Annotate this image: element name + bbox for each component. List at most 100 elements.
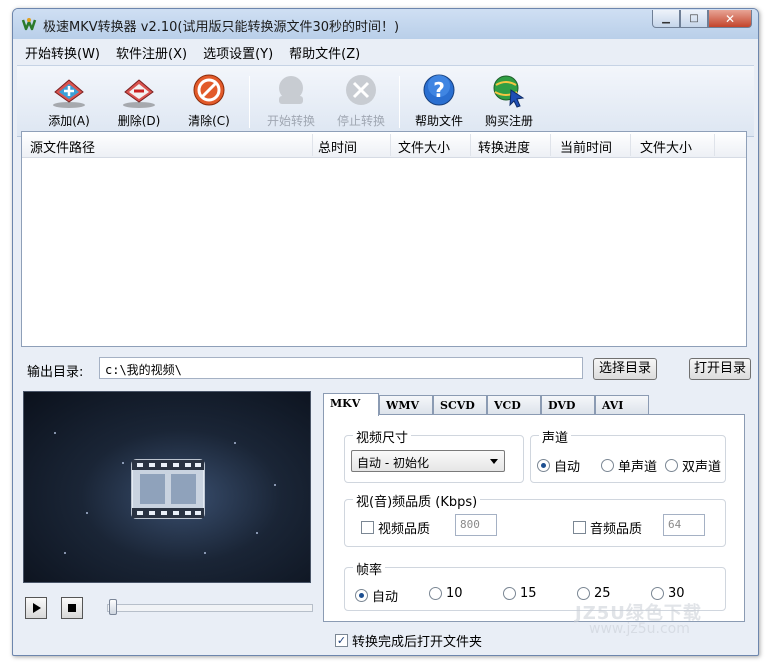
audio-quality-input[interactable]: 64 [663, 514, 705, 536]
column-source-path[interactable]: 源文件路径 [30, 137, 95, 156]
tab-avi[interactable]: AVI [595, 395, 649, 415]
quality-title: 视(音)频品质 (Kbps) [353, 491, 481, 510]
column-output-size[interactable]: 文件大小 [640, 137, 692, 156]
title-bar: 极速MKV转换器 v2.10(试用版只能转换源文件30秒的时间！) ▁ □ ✕ [13, 9, 758, 39]
output-dir-input[interactable]: c:\我的视频\ [99, 357, 583, 379]
stop-convert-icon [346, 75, 376, 105]
checkbox-box: ✓ [335, 634, 348, 647]
help-question-icon: ? [423, 74, 455, 106]
channel-auto-radio[interactable]: 自动 [537, 456, 580, 475]
add-file-icon [53, 79, 85, 108]
channel-auto-label: 自动 [554, 460, 581, 475]
stop-convert-button[interactable]: 停止转换 [327, 70, 395, 134]
clear-button[interactable]: 清除(C) [175, 70, 243, 134]
background-star [204, 552, 206, 554]
column-divider [390, 134, 391, 156]
file-list-table[interactable]: 源文件路径 总时间 文件大小 转换进度 当前时间 文件大小 [21, 131, 747, 347]
menu-options[interactable]: 选项设置(Y) [195, 43, 281, 62]
channel-stereo-label: 双声道 [682, 460, 722, 475]
column-total-time[interactable]: 总时间 [318, 137, 357, 156]
menu-help[interactable]: 帮助文件(Z) [281, 43, 368, 62]
background-star [54, 432, 56, 434]
help-label: 帮助文件 [414, 114, 463, 128]
globe-cursor-icon [493, 75, 525, 108]
column-divider [550, 134, 551, 156]
fps-auto-radio[interactable]: 自动 [355, 586, 398, 605]
buy-register-button[interactable]: 购买注册 [475, 70, 543, 134]
channel-mono-label: 单声道 [618, 460, 658, 475]
video-size-title: 视频尺寸 [353, 427, 412, 446]
open-dir-button[interactable]: 打开目录 [689, 358, 751, 380]
tab-dvd[interactable]: DVD [541, 395, 595, 415]
column-progress[interactable]: 转换进度 [478, 137, 530, 156]
background-star [122, 462, 124, 464]
seek-slider-thumb[interactable] [109, 599, 117, 615]
column-divider [470, 134, 471, 156]
add-button[interactable]: 添加(A) [35, 70, 103, 134]
delete-button[interactable]: 删除(D) [105, 70, 173, 134]
audio-quality-label: 音频品质 [590, 522, 643, 537]
maximize-button[interactable]: □ [680, 10, 708, 28]
video-quality-input[interactable]: 800 [455, 514, 497, 536]
delete-label: 删除(D) [117, 114, 161, 128]
minimize-button[interactable]: ▁ [652, 10, 680, 28]
film-strip-icon [131, 459, 205, 519]
window-title: 极速MKV转换器 v2.10(试用版只能转换源文件30秒的时间！) [43, 20, 400, 35]
fps-10-radio[interactable]: 10 [429, 586, 463, 601]
open-folder-after-label: 转换完成后打开文件夹 [352, 635, 483, 650]
fps-auto-label: 自动 [372, 590, 399, 605]
radio-dot [665, 459, 678, 472]
stop-icon [68, 604, 76, 612]
video-size-value: 自动 - 初始化 [357, 456, 429, 470]
play-button[interactable] [25, 597, 47, 619]
background-star [86, 512, 88, 514]
close-button[interactable]: ✕ [708, 10, 752, 28]
stop-convert-label: 停止转换 [336, 114, 385, 128]
tab-wmv[interactable]: WMV [379, 395, 433, 415]
radio-dot [537, 459, 550, 472]
channel-stereo-radio[interactable]: 双声道 [665, 456, 721, 475]
tab-vcd[interactable]: VCD [487, 395, 541, 415]
stop-button[interactable] [61, 597, 83, 619]
seek-track[interactable] [107, 604, 313, 612]
buy-register-label: 购买注册 [484, 114, 533, 128]
menu-start-convert[interactable]: 开始转换(W) [17, 43, 108, 62]
background-star [64, 552, 66, 554]
column-divider [312, 134, 313, 156]
menu-register[interactable]: 软件注册(X) [108, 43, 195, 62]
output-directory-row: 输出目录: c:\我的视频\ 选择目录 打开目录 [21, 355, 751, 381]
radio-dot [601, 459, 614, 472]
audio-quality-checkbox[interactable]: 音频品质 [573, 518, 642, 537]
choose-dir-button[interactable]: 选择目录 [593, 358, 657, 380]
toolbar: 添加(A) 删除(D) 清除(C) 开始转换 停止转换 ? 帮助文件 购买注册 [17, 65, 754, 137]
column-current-time[interactable]: 当前时间 [560, 137, 612, 156]
column-file-size[interactable]: 文件大小 [398, 137, 450, 156]
background-star [234, 442, 236, 444]
add-label: 添加(A) [48, 114, 90, 128]
watermark-line2: www.jz5u.com [589, 621, 690, 637]
delete-file-icon [123, 79, 155, 108]
format-tabs: MKV WMV SCVD VCD DVD AVI [323, 393, 745, 416]
video-size-select[interactable]: 自动 - 初始化 [351, 450, 505, 472]
background-star [256, 532, 258, 534]
channel-mono-radio[interactable]: 单声道 [601, 456, 657, 475]
fps-10-label: 10 [446, 586, 463, 601]
framerate-title: 帧率 [353, 559, 386, 578]
help-button[interactable]: ? 帮助文件 [405, 70, 473, 134]
tab-mkv[interactable]: MKV [323, 393, 379, 416]
playback-bar [25, 597, 315, 621]
chevron-down-icon [490, 459, 498, 464]
open-folder-after-checkbox[interactable]: ✓ 转换完成后打开文件夹 [335, 631, 482, 650]
tab-scvd[interactable]: SCVD [433, 395, 487, 415]
app-window: 极速MKV转换器 v2.10(试用版只能转换源文件30秒的时间！) ▁ □ ✕ … [12, 8, 759, 656]
output-dir-label: 输出目录: [27, 365, 84, 380]
quality-group: 视(音)频品质 (Kbps) 视频品质 800 音频品质 64 [344, 491, 726, 547]
menu-bar: 开始转换(W) 软件注册(X) 选项设置(Y) 帮助文件(Z) [17, 41, 754, 63]
clear-ban-icon [193, 74, 225, 106]
start-convert-button[interactable]: 开始转换 [257, 70, 325, 134]
column-divider [630, 134, 631, 156]
video-quality-checkbox[interactable]: 视频品质 [361, 518, 430, 537]
tab-panel-mkv: 视频尺寸 自动 - 初始化 声道 自动 单声道 双声道 视(音)频品质 (Kbp… [323, 414, 745, 622]
video-quality-label: 视频品质 [378, 522, 431, 537]
svg-text:?: ? [433, 78, 445, 102]
